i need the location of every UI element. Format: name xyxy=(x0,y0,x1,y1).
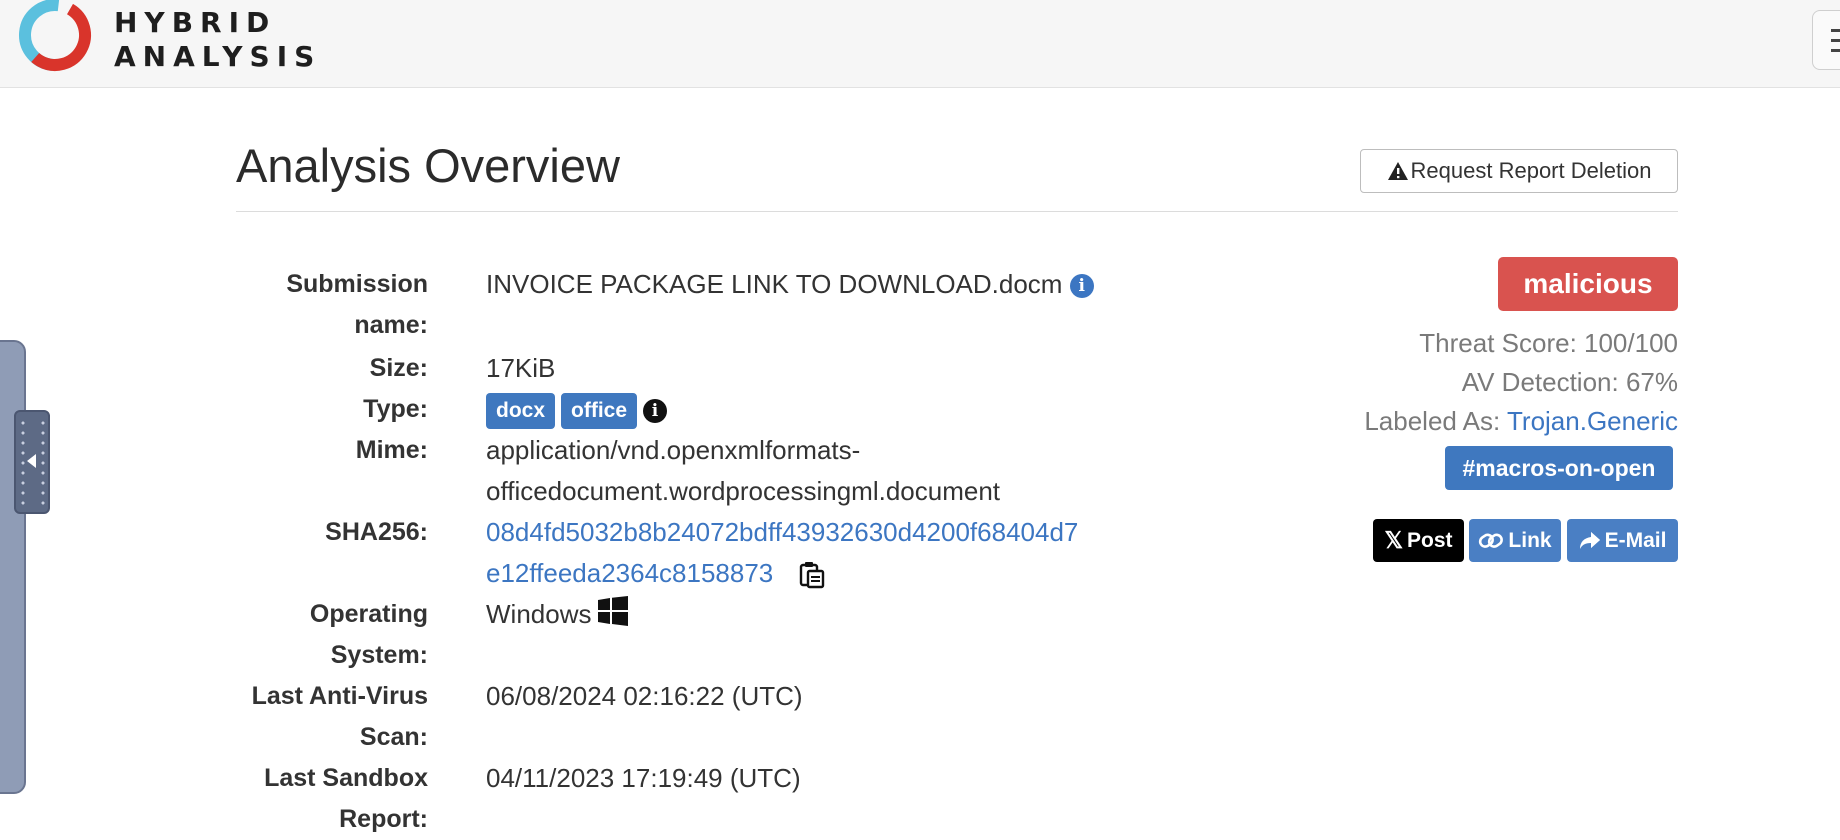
brand-line-1: HYBRID xyxy=(114,6,277,39)
grip-dots-icon xyxy=(21,418,25,508)
copy-clipboard-icon[interactable] xyxy=(799,561,825,589)
share-arrow-icon xyxy=(1579,531,1600,549)
side-panel xyxy=(0,340,26,794)
sha256-value: 08d4fd5032b8b24072bdff43932630d4200f6840… xyxy=(486,512,1078,594)
menu-line xyxy=(1831,49,1840,52)
info-icon[interactable]: i xyxy=(1069,274,1094,299)
brand-line-2: ANALYSIS xyxy=(114,40,322,73)
type-label: Type: xyxy=(363,395,428,423)
x-logo-icon: 𝕏 xyxy=(1384,527,1403,553)
sha256-line-1[interactable]: 08d4fd5032b8b24072bdff43932630d4200f6840… xyxy=(486,512,1078,553)
verdict-badge: malicious xyxy=(1498,257,1678,311)
grip-dots-icon xyxy=(41,418,45,508)
labeled-as: Labeled As: Trojan.Generic xyxy=(1364,403,1678,439)
top-navbar: HYBRID ANALYSIS xyxy=(0,0,1840,88)
mime-value: application/vnd.openxmlformats- officedo… xyxy=(486,430,1000,512)
last-antivirus-scan-label: Last Anti-Virus Scan: xyxy=(251,682,428,751)
operating-system-label: Operating System: xyxy=(309,600,428,669)
last-sandbox-report-value: 04/11/2023 17:19:49 (UTC) xyxy=(486,763,801,793)
sha256-label: SHA256: xyxy=(325,518,428,546)
submission-name-label: Submission name: xyxy=(286,270,428,339)
labeled-as-link[interactable]: Trojan.Generic xyxy=(1507,406,1678,436)
threat-score: Threat Score: 100/100 xyxy=(1419,328,1678,358)
share-x-post-button[interactable]: 𝕏 Post xyxy=(1373,519,1464,562)
page-title: Analysis Overview xyxy=(236,139,620,192)
request-report-deletion-label: Request Report Deletion xyxy=(1410,158,1652,183)
submission-name-value: INVOICE PACKAGE LINK TO DOWNLOAD.docm i xyxy=(486,264,1094,305)
share-x-label: Post xyxy=(1407,528,1453,552)
share-email-label: E-Mail xyxy=(1604,528,1667,552)
menu-line xyxy=(1831,29,1840,32)
warning-icon xyxy=(1387,162,1408,180)
share-link-button[interactable]: Link xyxy=(1469,519,1561,562)
size-value: 17KiB xyxy=(486,353,556,383)
type-tag-office[interactable]: office xyxy=(561,393,638,430)
last-sandbox-report-label: Last Sandbox Report: xyxy=(264,764,428,833)
size-label: Size: xyxy=(369,354,428,382)
av-detection: AV Detection: 67% xyxy=(1461,367,1678,397)
type-value: docx office i xyxy=(486,389,668,430)
hybrid-analysis-logo-icon[interactable] xyxy=(14,0,96,76)
hamburger-menu-button[interactable] xyxy=(1812,10,1840,70)
info-icon[interactable]: i xyxy=(643,399,668,424)
brand-name[interactable]: HYBRID ANALYSIS xyxy=(114,6,321,74)
type-tag-docx[interactable]: docx xyxy=(486,393,556,430)
mime-label: Mime: xyxy=(355,436,428,464)
mime-line-2: officedocument.wordprocessingml.document xyxy=(486,476,1001,506)
side-panel-toggle-button[interactable] xyxy=(14,410,50,514)
hashtag-macros-on-open[interactable]: #macros-on-open xyxy=(1445,446,1673,490)
operating-system-text: Windows xyxy=(486,599,592,629)
share-link-label: Link xyxy=(1508,528,1552,552)
operating-system-value: Windows xyxy=(486,594,629,635)
menu-line xyxy=(1831,39,1840,42)
last-antivirus-scan-value: 06/08/2024 02:16:22 (UTC) xyxy=(486,681,803,711)
request-report-deletion-button[interactable]: Request Report Deletion xyxy=(1360,149,1678,193)
windows-icon xyxy=(598,596,629,626)
labeled-as-prefix: Labeled As: xyxy=(1364,406,1501,436)
sha256-line-2[interactable]: e12ffeeda2364c8158873 xyxy=(486,558,773,588)
share-email-button[interactable]: E-Mail xyxy=(1567,519,1678,562)
link-icon xyxy=(1479,533,1504,548)
title-divider xyxy=(236,211,1678,212)
collapse-arrow-icon xyxy=(27,454,36,468)
mime-line-1: application/vnd.openxmlformats- xyxy=(486,435,861,465)
submission-name-text: INVOICE PACKAGE LINK TO DOWNLOAD.docm xyxy=(486,269,1063,299)
